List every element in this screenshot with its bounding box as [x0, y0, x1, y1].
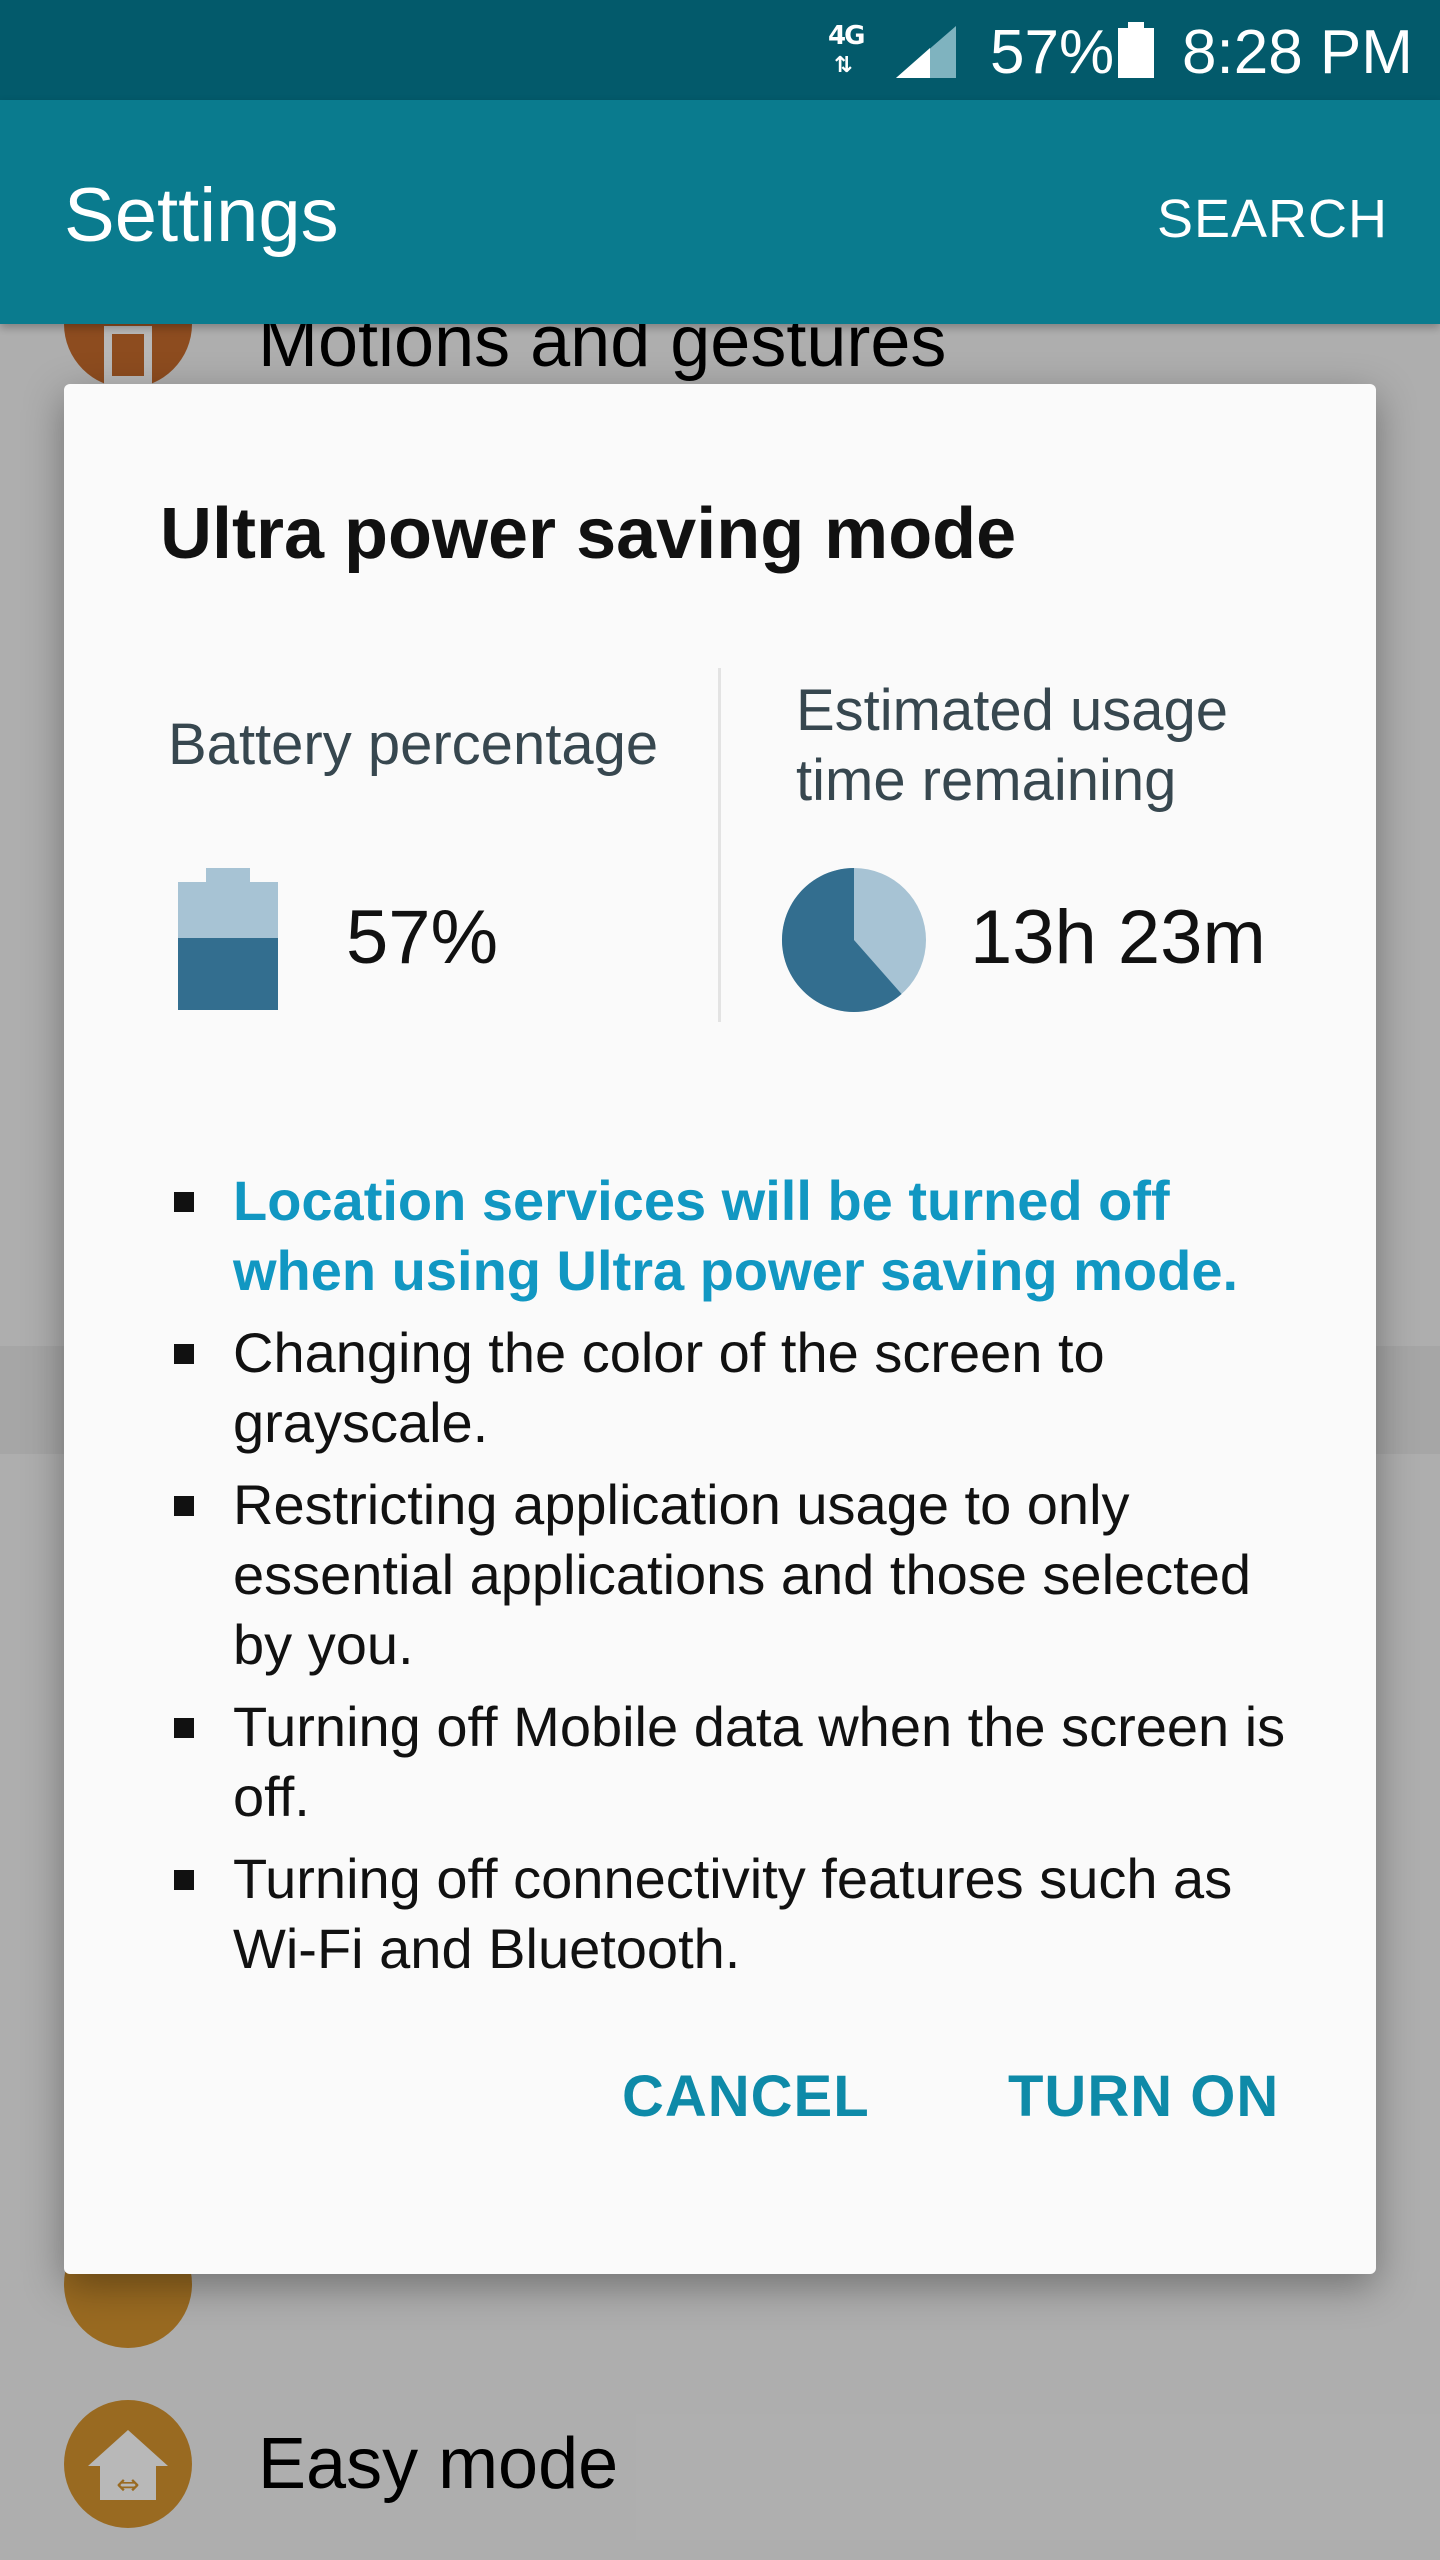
- usage-heading-line1: Estimated usage: [796, 678, 1229, 743]
- bullet-text: Location services will be turned off whe…: [233, 1169, 1239, 1302]
- clock: 8:28 PM: [1182, 18, 1413, 87]
- bullet-mark: [174, 1192, 194, 1212]
- usage-time-value: 13h 23m: [970, 895, 1266, 980]
- status-battery-icon: [1118, 22, 1154, 78]
- bullet-mark: [174, 1344, 194, 1364]
- signal-icon: [896, 26, 956, 78]
- data-activity-icon: ⇅: [834, 53, 853, 78]
- cancel-button[interactable]: CANCEL: [622, 2062, 870, 2132]
- app-bar: Settings SEARCH: [0, 100, 1440, 324]
- usage-heading-line2: time remaining: [796, 748, 1177, 813]
- bullet-text: Restricting application usage to only es…: [233, 1473, 1252, 1676]
- dialog-title: Ultra power saving mode: [160, 494, 1017, 574]
- battery-percentage-value: 57%: [346, 895, 499, 980]
- usage-pie-icon: [781, 868, 926, 1012]
- bullet-mark: [174, 1870, 194, 1890]
- battery-percent-text: 57%: [990, 18, 1115, 87]
- bullet-mark: [174, 1496, 194, 1516]
- turn-on-button[interactable]: TURN ON: [1008, 2062, 1279, 2132]
- battery-icon: [178, 868, 278, 1010]
- status-bar: 4G ⇅ 57% 8:28 PM: [0, 0, 1440, 100]
- network-type: 4G: [828, 21, 865, 51]
- battery-percentage-heading: Battery percentage: [168, 712, 659, 777]
- network-indicator: 4G ⇅: [828, 22, 872, 78]
- bullet-text: Changing the color of the screen to gray…: [233, 1321, 1105, 1454]
- bullet-text: Turning off connectivity features such a…: [233, 1847, 1233, 1980]
- panel-divider: [718, 668, 721, 1022]
- bullet-text: Turning off Mobile data when the screen …: [233, 1695, 1286, 1828]
- bullet-mark: [174, 1718, 194, 1738]
- ultra-power-saving-dialog: Ultra power saving mode Battery percenta…: [64, 384, 1376, 2274]
- search-button[interactable]: SEARCH: [1157, 188, 1388, 250]
- page-title: Settings: [64, 173, 339, 258]
